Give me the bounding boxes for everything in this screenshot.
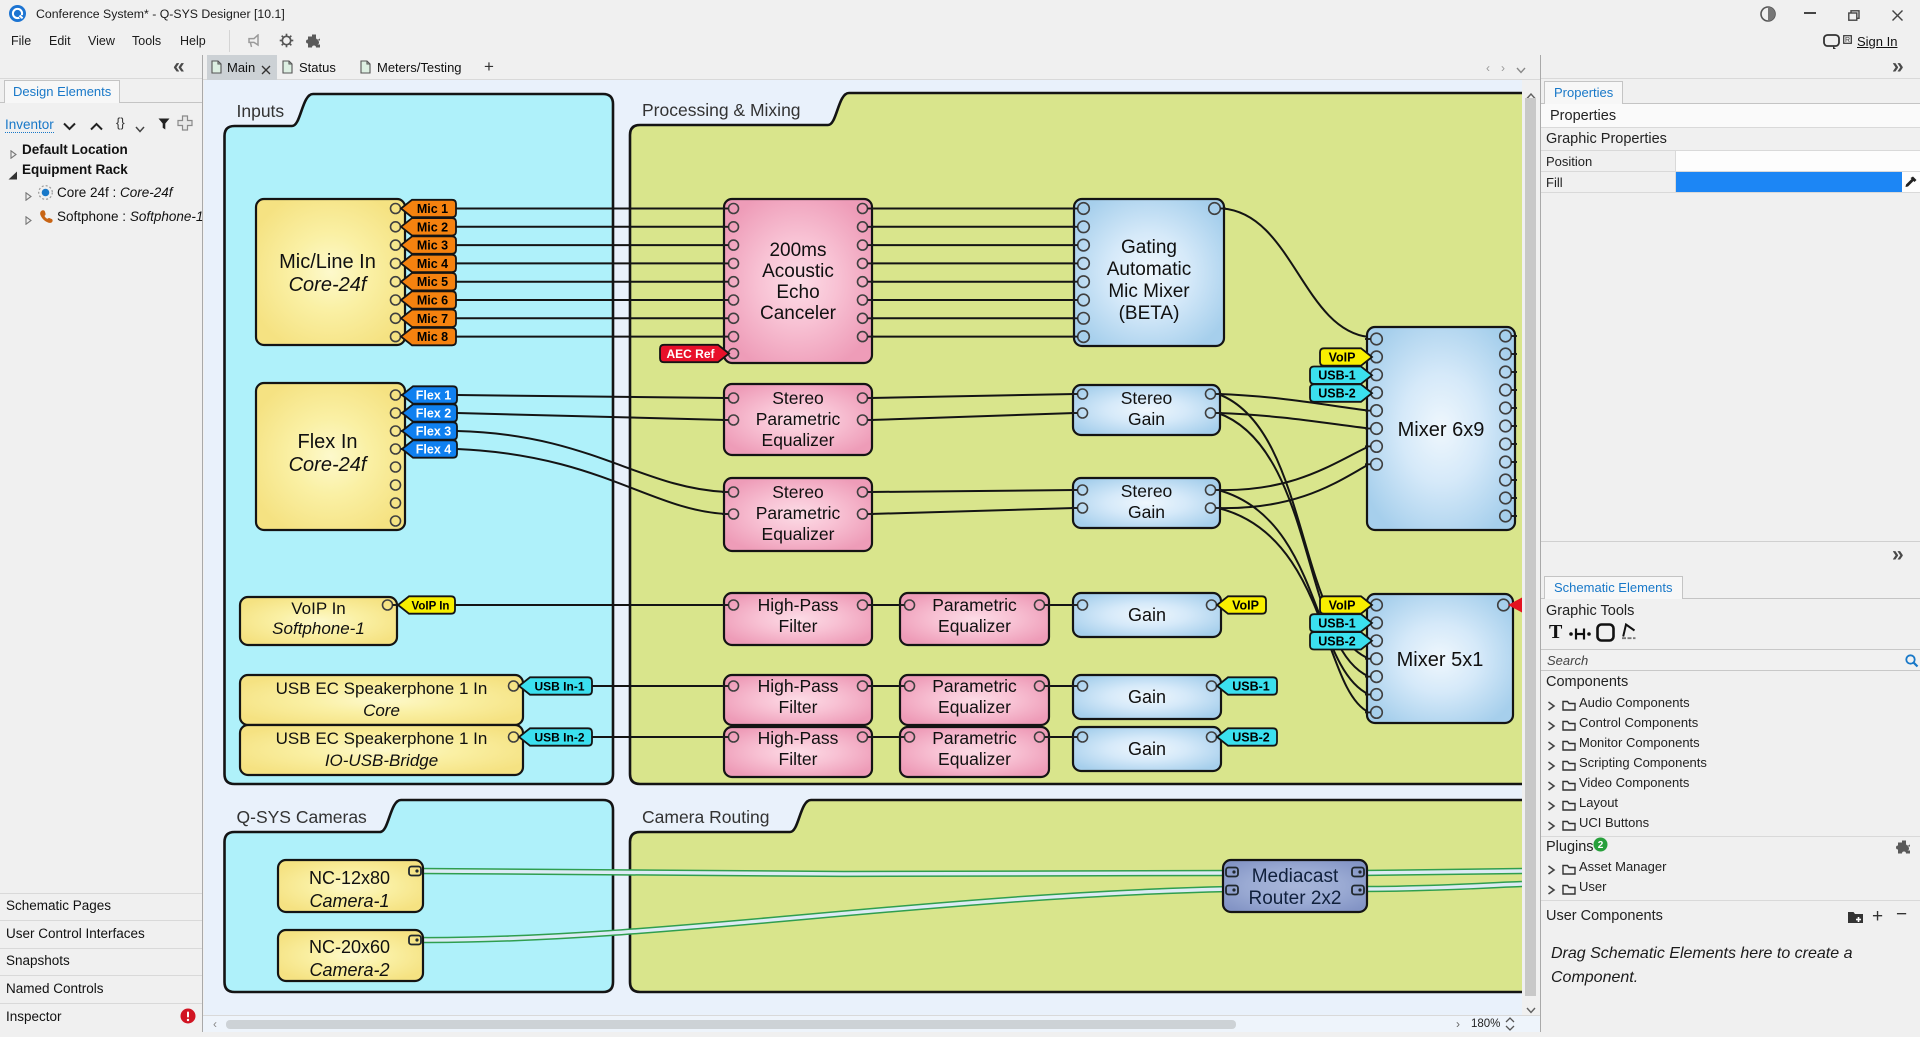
svg-text:Flex In: Flex In [297,431,357,453]
svg-text:Acoustic: Acoustic [762,261,834,282]
svg-text:Equalizer: Equalizer [938,749,1011,769]
svg-text:Mediacast: Mediacast [1252,866,1339,887]
svg-text:Flex 1: Flex 1 [416,389,451,403]
svg-text:200ms: 200ms [769,240,826,261]
svg-text:Gain: Gain [1128,605,1166,625]
svg-text:Flex 3: Flex 3 [416,425,451,439]
svg-text:Mic Mixer: Mic Mixer [1108,281,1190,302]
svg-text:Parametric: Parametric [932,595,1017,615]
svg-text:Filter: Filter [779,616,818,636]
svg-text:Automatic: Automatic [1107,259,1191,280]
svg-text:Core-24f: Core-24f [289,454,369,476]
svg-text:Equalizer: Equalizer [762,430,835,450]
svg-text:Gating: Gating [1121,237,1177,258]
svg-text:USB EC Speakerphone 1 In: USB EC Speakerphone 1 In [276,729,488,748]
svg-text:Stereo: Stereo [1121,388,1173,408]
svg-text:Softphone-1: Softphone-1 [272,619,365,638]
svg-text:2: 2 [1598,840,1604,851]
svg-text:Camera Routing: Camera Routing [642,807,769,827]
svg-text:Camera-1: Camera-1 [309,891,389,911]
svg-text:Router 2x2: Router 2x2 [1249,888,1342,909]
svg-text:Mixer 6x9: Mixer 6x9 [1398,419,1485,441]
svg-text:Gain: Gain [1128,409,1165,429]
svg-text:Parametric: Parametric [932,728,1017,748]
svg-text:Filter: Filter [779,749,818,769]
svg-text:Mic 4: Mic 4 [417,257,448,271]
svg-text:(BETA): (BETA) [1119,303,1180,324]
svg-text:Stereo: Stereo [1121,481,1173,501]
svg-text:USB In-2: USB In-2 [534,731,584,745]
svg-text:Stereo: Stereo [772,482,824,502]
svg-text:Canceler: Canceler [760,303,837,324]
svg-text:Gain: Gain [1128,502,1165,522]
svg-text:Inputs: Inputs [237,101,285,121]
svg-text:USB In-1: USB In-1 [534,680,584,694]
svg-text:Gain: Gain [1128,687,1166,707]
svg-text:Flex 4: Flex 4 [416,443,451,457]
svg-text:USB-1: USB-1 [1318,616,1356,630]
svg-text:R: R [1845,37,1850,44]
svg-text:Core-24f: Core-24f [289,274,369,296]
svg-text:High-Pass: High-Pass [758,595,839,615]
svg-text:Parametric: Parametric [756,503,841,523]
svg-text:Stereo: Stereo [772,388,824,408]
svg-text:Processing & Mixing: Processing & Mixing [642,100,801,120]
svg-text:Mic 3: Mic 3 [417,239,448,253]
svg-text:Q-SYS Cameras: Q-SYS Cameras [237,807,368,827]
svg-text:AEC Ref: AEC Ref [666,347,715,361]
svg-text:VoIP: VoIP [1232,599,1259,613]
svg-text:Mic 6: Mic 6 [417,294,448,308]
svg-text:Mic 7: Mic 7 [417,312,448,326]
svg-text:VoIP: VoIP [1329,599,1356,613]
svg-text:Equalizer: Equalizer [762,524,835,544]
svg-text:USB-2: USB-2 [1318,387,1356,401]
svg-text:VoIP In: VoIP In [412,601,450,613]
svg-text:High-Pass: High-Pass [758,676,839,696]
svg-text:IO-USB-Bridge: IO-USB-Bridge [325,751,438,770]
svg-text:Mic 1: Mic 1 [417,202,448,216]
svg-text:Mic 8: Mic 8 [417,330,448,344]
svg-text:USB-1: USB-1 [1232,680,1270,694]
svg-text:NC-12x80: NC-12x80 [309,868,390,888]
svg-text:Equalizer: Equalizer [938,697,1011,717]
svg-text:Mic/Line In: Mic/Line In [279,251,376,273]
svg-text:Camera-2: Camera-2 [309,960,389,980]
svg-text:Mic 5: Mic 5 [417,275,448,289]
svg-text:USB-1: USB-1 [1318,369,1356,383]
svg-text:Parametric: Parametric [756,409,841,429]
svg-text:Flex 2: Flex 2 [416,407,451,421]
svg-text:Mixer 5x1: Mixer 5x1 [1397,649,1484,671]
svg-text:VoIP: VoIP [1329,351,1356,365]
svg-text:Filter: Filter [779,697,818,717]
svg-text:USB-2: USB-2 [1232,731,1270,745]
svg-text:VoIP In: VoIP In [291,599,346,618]
svg-text:USB-2: USB-2 [1318,634,1356,648]
svg-text:Gain: Gain [1128,739,1166,759]
svg-text:Core: Core [363,701,400,720]
svg-text:USB EC Speakerphone 1 In: USB EC Speakerphone 1 In [276,679,488,698]
svg-text:Equalizer: Equalizer [938,616,1011,636]
svg-text:Mic 2: Mic 2 [417,220,448,234]
svg-text:High-Pass: High-Pass [758,728,839,748]
svg-text:Echo: Echo [776,282,819,303]
svg-text:NC-20x60: NC-20x60 [309,937,390,957]
svg-text:Parametric: Parametric [932,676,1017,696]
